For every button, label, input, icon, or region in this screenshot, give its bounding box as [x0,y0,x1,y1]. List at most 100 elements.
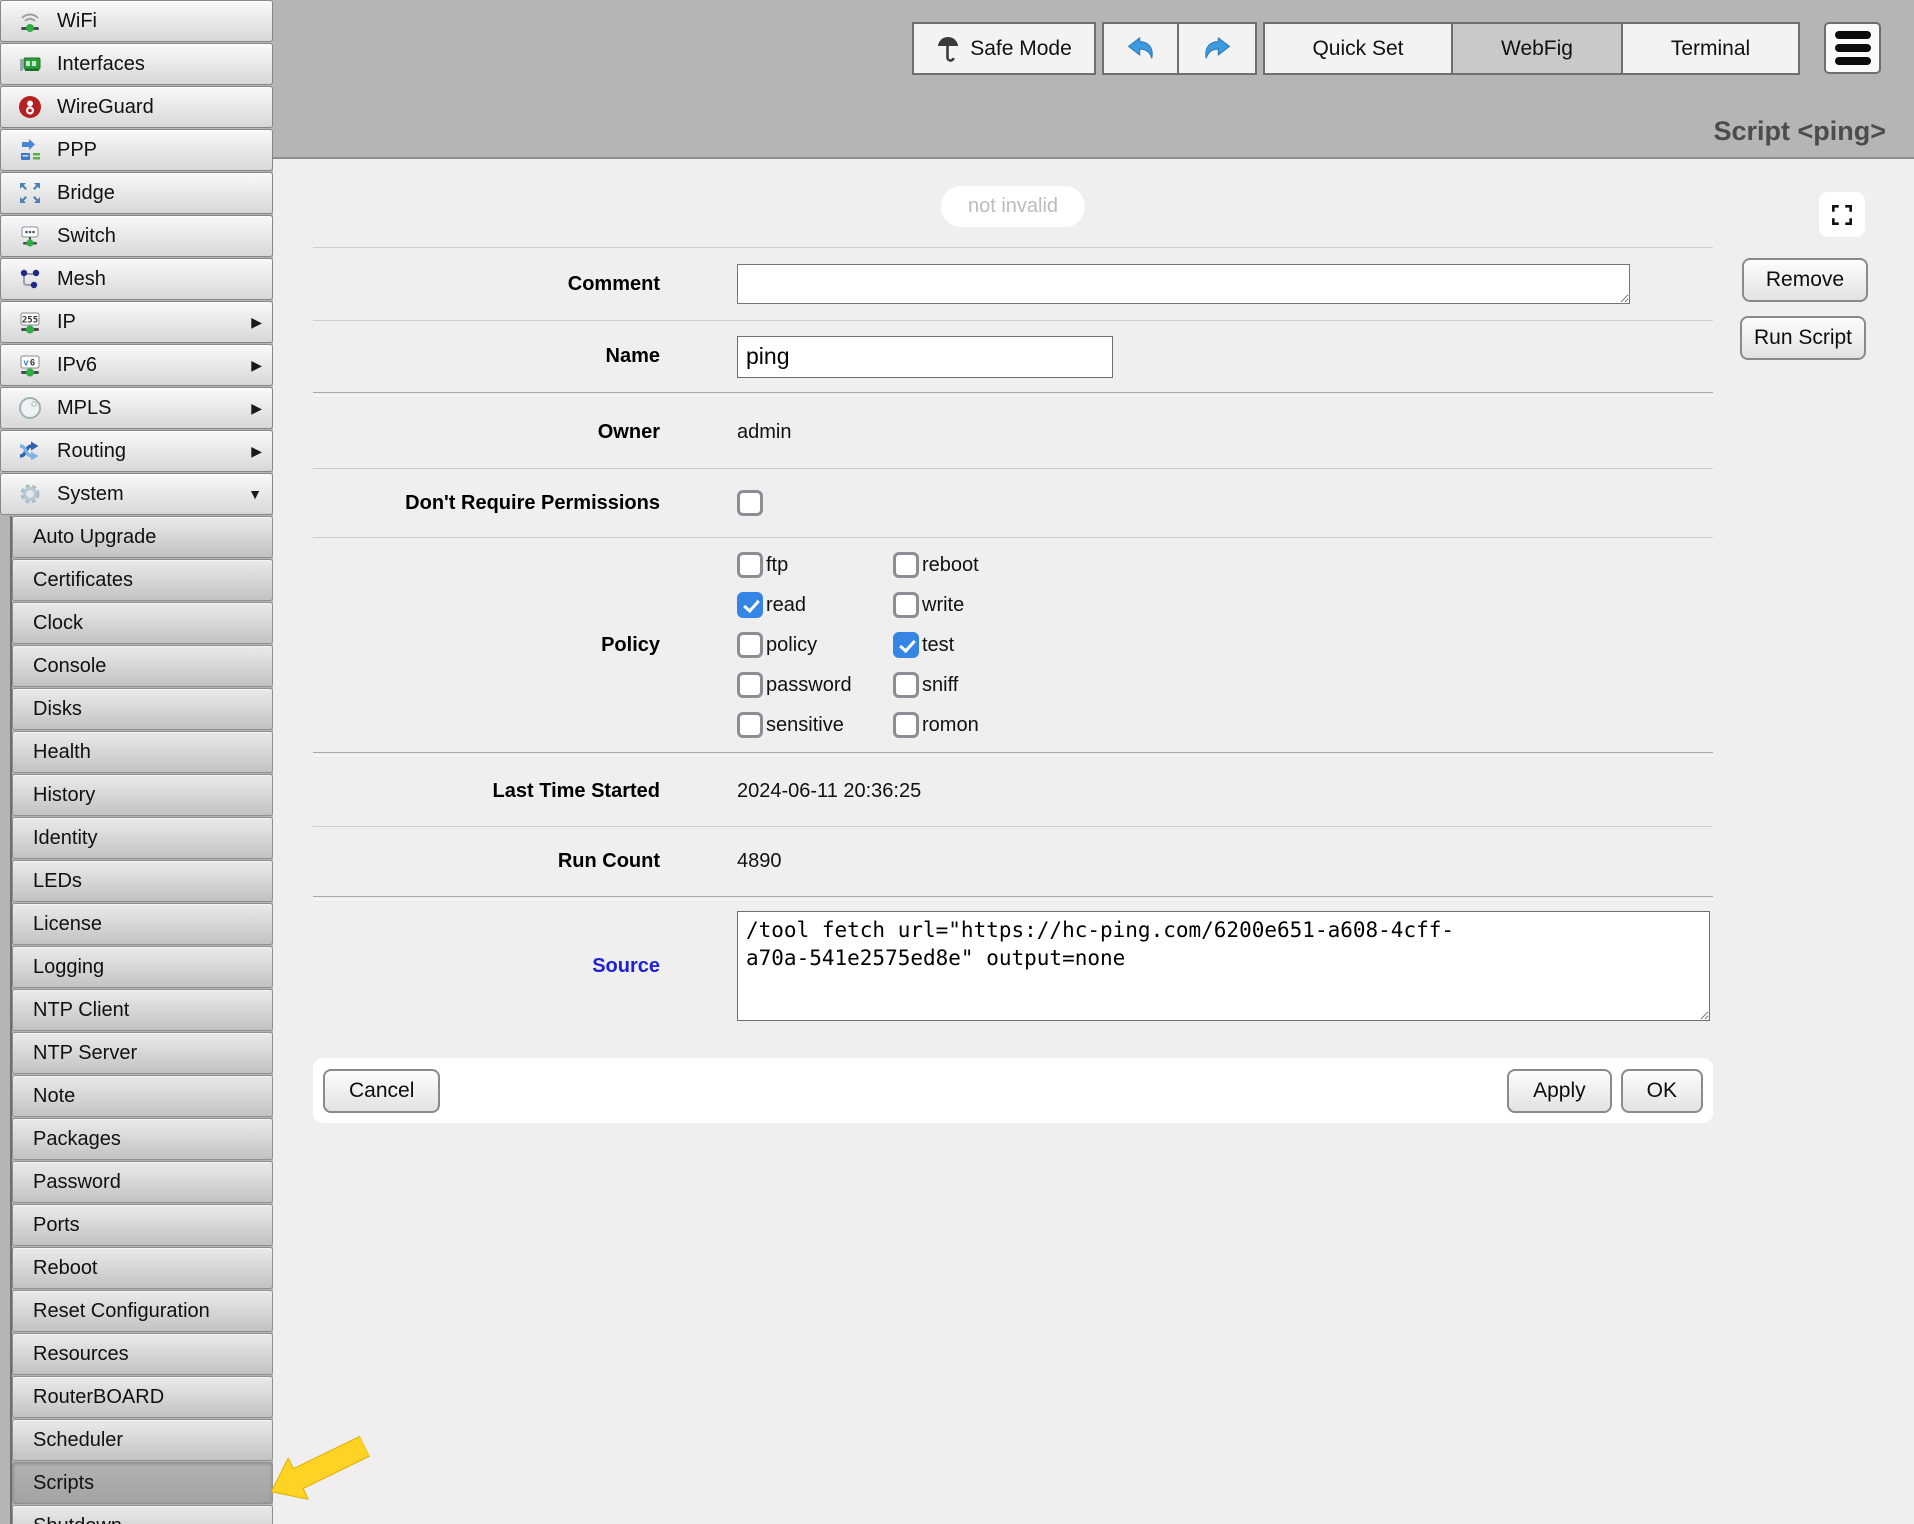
ipv6-icon: v6 [15,351,45,379]
sidebar-item-label: IPv6 [57,354,97,377]
policy-sensitive-checkbox[interactable] [737,712,763,738]
sidebar-item-label: WireGuard [57,96,154,119]
sidebar-item-system[interactable]: System ▼ [0,473,273,515]
hamburger-menu-button[interactable] [1824,22,1881,74]
safe-mode-button[interactable]: Safe Mode [912,22,1096,75]
tab-quick-set[interactable]: Quick Set [1263,22,1453,75]
apply-button[interactable]: Apply [1507,1069,1612,1113]
policy-reboot-checkbox[interactable] [893,552,919,578]
redo-button[interactable] [1177,22,1257,75]
wifi-icon [15,7,45,35]
policy-policy-checkbox[interactable] [737,632,763,658]
dont-require-permissions-checkbox[interactable] [737,490,763,516]
sidebar-item-label: Mesh [57,268,106,291]
last-time-started-label: Last Time Started [313,780,660,803]
policy-romon-checkbox[interactable] [893,712,919,738]
policy-sniff-label: sniff [922,674,958,697]
sidebar-item-label: Bridge [57,182,115,205]
svg-text:255: 255 [22,316,38,326]
sidebar-item-health[interactable]: Health [12,731,273,773]
cancel-button[interactable]: Cancel [323,1069,440,1113]
system-submenu: Auto Upgrade Certificates Clock Console … [10,516,273,1524]
sidebar-item-label: IP [57,311,76,334]
sidebar-item-certificates[interactable]: Certificates [12,559,273,601]
policy-test-checkbox[interactable] [893,632,919,658]
sidebar-item-password[interactable]: Password [12,1161,273,1203]
remove-button[interactable]: Remove [1742,258,1868,302]
status-badge: not invalid [941,186,1085,227]
tab-webfig[interactable]: WebFig [1451,22,1623,75]
sidebar-item-wifi[interactable]: WiFi [0,0,273,42]
sidebar-item-leds[interactable]: LEDs [12,860,273,902]
sidebar-item-label: PPP [57,139,97,162]
source-input[interactable]: /tool fetch url="https://hc-ping.com/620… [737,911,1710,1021]
sidebar-item-switch[interactable]: Switch [0,215,273,257]
sidebar-item-scripts[interactable]: Scripts [12,1462,273,1504]
sidebar-item-shutdown[interactable]: Shutdown [12,1505,273,1524]
wireguard-icon [15,93,45,121]
fullscreen-button[interactable] [1819,192,1865,237]
interfaces-icon [15,50,45,78]
policy-ftp-checkbox[interactable] [737,552,763,578]
page-title: Script <ping> [1713,116,1886,147]
sidebar-item-scheduler[interactable]: Scheduler [12,1419,273,1461]
collapse-arrow: ▼ [248,486,262,502]
sidebar-item-ip[interactable]: 255 IP ▶ [0,301,273,343]
sidebar-item-note[interactable]: Note [12,1075,273,1117]
ppp-icon [15,136,45,164]
sidebar-item-label: System [57,483,124,506]
sidebar-item-auto-upgrade[interactable]: Auto Upgrade [12,516,273,558]
form-action-bar: Cancel Apply OK [313,1058,1713,1123]
sidebar-item-ipv6[interactable]: v6 IPv6 ▶ [0,344,273,386]
sidebar-item-logging[interactable]: Logging [12,946,273,988]
sidebar-item-license[interactable]: License [12,903,273,945]
sidebar-item-console[interactable]: Console [12,645,273,687]
sidebar-item-resources[interactable]: Resources [12,1333,273,1375]
svg-text:v: v [23,358,28,368]
policy-write-label: write [922,594,964,617]
sidebar-item-clock[interactable]: Clock [12,602,273,644]
comment-label: Comment [313,273,660,296]
policy-password-checkbox[interactable] [737,672,763,698]
sidebar-item-ntp-client[interactable]: NTP Client [12,989,273,1031]
sidebar-item-wireguard[interactable]: WireGuard [0,86,273,128]
policy-read-label: read [766,594,806,617]
policy-read-checkbox[interactable] [737,592,763,618]
ok-button[interactable]: OK [1621,1069,1703,1113]
sidebar-item-interfaces[interactable]: Interfaces [0,43,273,85]
policy-write-checkbox[interactable] [893,592,919,618]
name-input[interactable] [737,336,1113,378]
policy-sniff-checkbox[interactable] [893,672,919,698]
sidebar-item-reset-configuration[interactable]: Reset Configuration [12,1290,273,1332]
sidebar-item-ntp-server[interactable]: NTP Server [12,1032,273,1074]
last-time-started-value: 2024-06-11 20:36:25 [737,780,921,803]
tab-terminal[interactable]: Terminal [1621,22,1800,75]
redo-icon [1200,32,1234,66]
sidebar-item-packages[interactable]: Packages [12,1118,273,1160]
ip-icon: 255 [15,308,45,336]
system-gear-icon [15,480,45,508]
sidebar-item-disks[interactable]: Disks [12,688,273,730]
hamburger-icon [1835,31,1871,39]
sidebar-item-routing[interactable]: Routing ▶ [0,430,273,472]
sidebar-item-label: MPLS [57,397,111,420]
run-count-value: 4890 [737,850,782,873]
sidebar-item-ppp[interactable]: PPP [0,129,273,171]
sidebar-item-routerboard[interactable]: RouterBOARD [12,1376,273,1418]
comment-input[interactable] [737,264,1630,304]
sidebar-item-mpls[interactable]: MPLS ▶ [0,387,273,429]
sidebar-item-bridge[interactable]: Bridge [0,172,273,214]
sidebar-item-reboot[interactable]: Reboot [12,1247,273,1289]
script-form: not invalid Comment Name Owner admin Don… [313,159,1713,1123]
sidebar-item-identity[interactable]: Identity [12,817,273,859]
policy-test-label: test [922,634,954,657]
mesh-icon [15,265,45,293]
sidebar-item-mesh[interactable]: Mesh [0,258,273,300]
undo-button[interactable] [1102,22,1179,75]
mpls-icon [15,394,45,422]
sidebar-item-ports[interactable]: Ports [12,1204,273,1246]
run-count-label: Run Count [313,850,660,873]
sidebar-item-history[interactable]: History [12,774,273,816]
sidebar-item-label: Interfaces [57,53,145,76]
run-script-button[interactable]: Run Script [1740,316,1866,360]
